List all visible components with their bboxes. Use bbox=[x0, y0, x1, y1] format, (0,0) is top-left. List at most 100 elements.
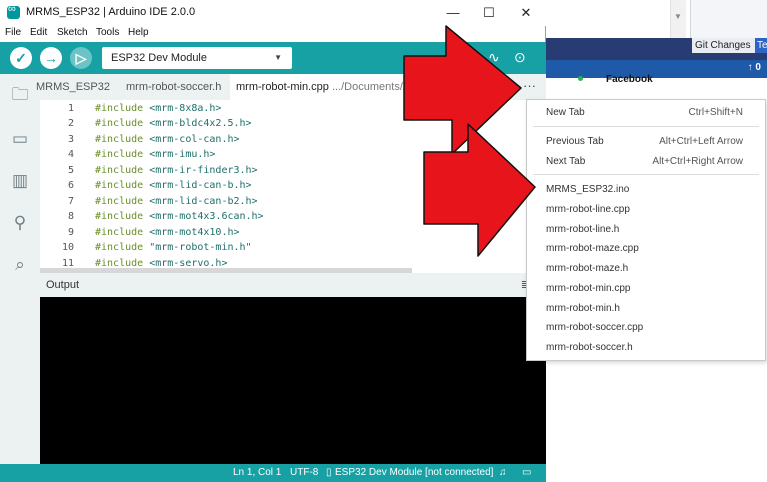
menu-item-file[interactable]: mrm-robot-maze.h bbox=[546, 263, 628, 274]
output-console[interactable] bbox=[40, 297, 546, 464]
menu-item-file[interactable]: mrm-robot-soccer.h bbox=[546, 342, 633, 353]
menu-item-new-tab[interactable]: New Tab bbox=[546, 107, 585, 118]
line-number: 2 bbox=[67, 118, 74, 129]
shortcut-next-tab: Alt+Ctrl+Right Arrow bbox=[652, 156, 743, 167]
board-status-icon: ▯ bbox=[326, 467, 332, 478]
code-line: 9 #include <mrm-mot4x10.h> bbox=[40, 225, 240, 240]
code-line: 5 #include <mrm-ir-finder3.h> bbox=[40, 163, 258, 178]
code-editor[interactable]: 1 #include <mrm-8x8a.h> 2 #include <mrm-bl… bbox=[40, 100, 546, 272]
output-panel-header: Output ≣ bbox=[40, 273, 546, 297]
background-right-panel bbox=[690, 0, 767, 40]
online-status-icon bbox=[578, 76, 583, 81]
shortcut-previous-tab: Alt+Ctrl+Left Arrow bbox=[659, 136, 743, 147]
line-number: 1 bbox=[67, 103, 74, 114]
window-title: MRMS_ESP32 | Arduino IDE 2.0.0 bbox=[26, 6, 196, 18]
tabs-context-menu: New Tab Ctrl+Shift+N Previous Tab Alt+Ct… bbox=[526, 99, 766, 361]
verify-button[interactable]: ✓ bbox=[10, 47, 32, 69]
serial-monitor-icon[interactable]: ⊙ bbox=[514, 49, 526, 66]
background-list-item-facebook[interactable]: Facebook bbox=[606, 74, 653, 85]
debug-icon[interactable]: ⚲ bbox=[9, 212, 31, 234]
board-selector-label: ESP32 Dev Module bbox=[111, 52, 207, 64]
editor-tab-bar: MRMS_ESP32 mrm-robot-soccer.h mrm-robot-… bbox=[36, 74, 546, 100]
te-tab[interactable]: Te bbox=[755, 38, 767, 53]
background-scrollbar[interactable]: ▼ bbox=[670, 0, 686, 38]
menu-item-file[interactable]: mrm-robot-min.h bbox=[546, 303, 620, 314]
code-line: 7 #include <mrm-lid-can-b2.h> bbox=[40, 194, 258, 209]
menu-item-file[interactable]: mrm-robot-maze.cpp bbox=[546, 243, 639, 254]
upload-button[interactable]: → bbox=[40, 47, 62, 69]
boards-manager-icon[interactable]: ▭ bbox=[9, 128, 31, 150]
code-line: 3 #include <mrm-col-can.h> bbox=[40, 132, 240, 147]
toolbar: ✓ → ▷ ESP32 Dev Module ▼ ∿ ⊙ bbox=[0, 42, 546, 74]
line-number: 3 bbox=[67, 134, 74, 145]
line-number: 6 bbox=[67, 180, 74, 191]
more-tabs-button[interactable]: ··· bbox=[523, 74, 536, 98]
line-number: 7 bbox=[67, 196, 74, 207]
code-text: <mrm-8x8a.h> bbox=[143, 103, 222, 114]
board-status[interactable]: ESP32 Dev Module [not connected] bbox=[335, 467, 493, 478]
notifications-icon[interactable]: ♫ bbox=[499, 467, 507, 478]
menu-separator bbox=[533, 174, 759, 175]
cursor-position[interactable]: Ln 1, Col 1 bbox=[233, 467, 281, 478]
toggle-panel-icon[interactable]: ▭ bbox=[522, 467, 531, 478]
tab-mrm-robot-soccer-h[interactable]: mrm-robot-soccer.h bbox=[126, 74, 221, 100]
line-number: 10 bbox=[61, 242, 74, 253]
file-encoding: UTF-8 bbox=[290, 467, 319, 478]
code-text: "mrm-robot-min.h" bbox=[143, 242, 252, 253]
board-selector[interactable]: ESP32 Dev Module ▼ bbox=[102, 47, 292, 69]
line-number: 4 bbox=[67, 149, 74, 160]
arduino-ide-window: MRMS_ESP32 | Arduino IDE 2.0.0 — ☐ ✕ Fil… bbox=[0, 0, 546, 482]
activity-sidebar: 🗀 ▭ ▥ ⚲ ⌕ bbox=[0, 74, 40, 464]
code-keyword: #include bbox=[95, 103, 144, 114]
output-title: Output bbox=[46, 279, 80, 291]
code-text: <mrm-lid-can-b2.h> bbox=[143, 196, 258, 207]
git-changes-tab[interactable]: Git Changes bbox=[692, 38, 755, 53]
menu-help[interactable]: Help bbox=[128, 27, 149, 38]
menu-item-file[interactable]: mrm-robot-soccer.cpp bbox=[546, 322, 643, 333]
up-count[interactable]: ↑ 0 bbox=[748, 62, 761, 73]
code-keyword: #include bbox=[95, 134, 144, 145]
active-tab-label: mrm-robot-min.cpp bbox=[236, 81, 329, 93]
serial-plotter-icon[interactable]: ∿ bbox=[488, 49, 500, 66]
menu-separator bbox=[533, 126, 759, 127]
menu-item-file[interactable]: mrm-robot-min.cpp bbox=[546, 283, 630, 294]
scroll-down-icon[interactable]: ▼ bbox=[674, 12, 682, 21]
code-keyword: #include bbox=[95, 180, 144, 191]
code-keyword: #include bbox=[95, 118, 144, 129]
menu-item-file[interactable]: MRMS_ESP32.ino bbox=[546, 184, 629, 195]
code-line: 4 #include <mrm-imu.h> bbox=[40, 147, 215, 162]
sketchbook-folder-icon[interactable]: 🗀 bbox=[9, 84, 31, 106]
code-text: <mrm-mot4x10.h> bbox=[143, 227, 240, 238]
menu-sketch[interactable]: Sketch bbox=[57, 27, 88, 38]
menu-bar: File Edit Sketch Tools Help bbox=[0, 26, 546, 42]
minimize-button[interactable]: — bbox=[441, 4, 465, 22]
menu-tools[interactable]: Tools bbox=[96, 27, 119, 38]
line-number: 8 bbox=[67, 211, 74, 222]
code-keyword: #include bbox=[95, 211, 144, 222]
arduino-app-icon bbox=[7, 3, 20, 19]
menu-item-previous-tab[interactable]: Previous Tab bbox=[546, 136, 604, 147]
code-text: <mrm-mot4x3.6can.h> bbox=[143, 211, 264, 222]
menu-item-file[interactable]: mrm-robot-line.cpp bbox=[546, 204, 630, 215]
debug-button[interactable]: ▷ bbox=[70, 47, 92, 69]
code-line: 10 #include "mrm-robot-min.h" bbox=[40, 240, 252, 255]
line-number: 5 bbox=[67, 165, 74, 176]
line-number: 9 bbox=[67, 227, 74, 238]
library-manager-icon[interactable]: ▥ bbox=[9, 170, 31, 192]
code-keyword: #include bbox=[95, 149, 144, 160]
tab-mrms-esp32[interactable]: MRMS_ESP32 bbox=[36, 74, 110, 100]
caret-down-icon: ▼ bbox=[274, 53, 282, 62]
search-icon[interactable]: ⌕ bbox=[9, 254, 31, 276]
code-keyword: #include bbox=[95, 196, 144, 207]
maximize-button[interactable]: ☐ bbox=[477, 4, 501, 22]
code-line: 1 #include <mrm-8x8a.h> bbox=[40, 101, 221, 116]
menu-item-next-tab[interactable]: Next Tab bbox=[546, 156, 585, 167]
close-button[interactable]: ✕ bbox=[514, 4, 538, 22]
code-line: 2 #include <mrm-bldc4x2.5.h> bbox=[40, 116, 252, 131]
code-text: <mrm-col-can.h> bbox=[143, 134, 240, 145]
tab-mrm-robot-min-cpp[interactable]: mrm-robot-min.cpp .../Documents/A bbox=[230, 74, 417, 100]
menu-item-file[interactable]: mrm-robot-line.h bbox=[546, 224, 619, 235]
menu-file[interactable]: File bbox=[5, 27, 21, 38]
menu-edit[interactable]: Edit bbox=[30, 27, 47, 38]
code-text: <mrm-lid-can-b.h> bbox=[143, 180, 252, 191]
